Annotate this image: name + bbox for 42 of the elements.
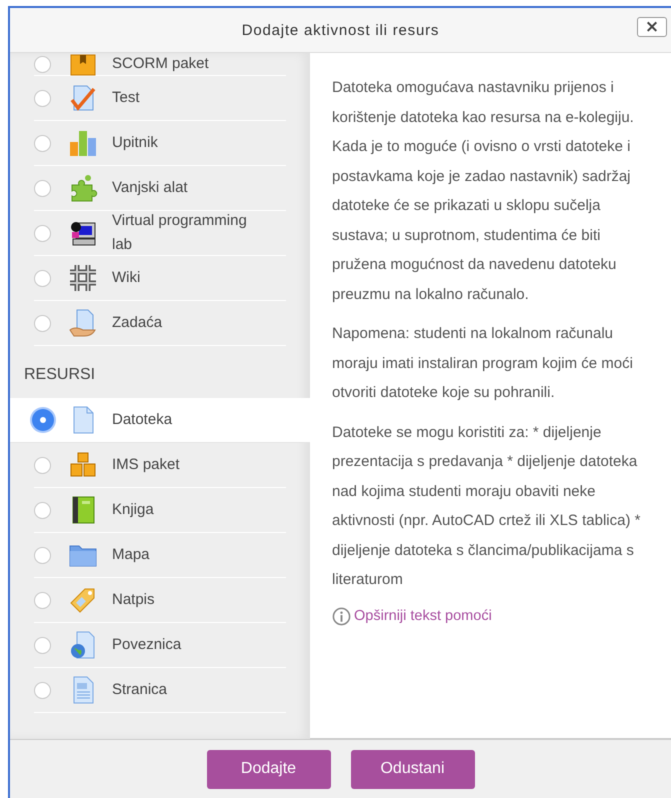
option-item[interactable]: Stranica xyxy=(34,668,286,713)
description-paragraph: Datoteka omogućava nastavniku prijenos i korištenje datoteka kao resursa na e-kolegiju. Kada je to moguće (i ovisno o vrsti datoteke i postavkama koje je zadao nastavnik) sadržaj datoteke će se prikazati u sklopu sučelja sustava; u suprotnom, studentima će biti pružena mogućnost da navedenu datoteku preuzmu na lokalno računalo. xyxy=(332,78,635,304)
dialog-title: Dodajte aktivnost ili resurs xyxy=(242,22,440,38)
cancel-button[interactable]: Odustani xyxy=(350,750,474,788)
radio-button[interactable] xyxy=(34,636,51,654)
radio-button[interactable] xyxy=(34,90,51,106)
section-heading: RESURSI xyxy=(23,365,96,385)
radio-button[interactable] xyxy=(34,502,51,518)
checklist-icon xyxy=(68,83,98,113)
option-item[interactable]: Knjiga xyxy=(34,488,286,533)
option-item[interactable]: Vanjski alat xyxy=(34,166,286,211)
radio-button[interactable] xyxy=(34,546,51,564)
radio-button[interactable] xyxy=(34,180,51,196)
option-item[interactable]: Natpis xyxy=(34,578,286,623)
option-item[interactable]: Test xyxy=(34,76,286,121)
option-item[interactable]: Poveznica xyxy=(34,623,286,668)
radio-button[interactable] xyxy=(34,456,51,474)
radio-button[interactable] xyxy=(34,224,51,242)
radio-button[interactable] xyxy=(32,409,54,431)
description-paragraph: Datoteke se mogu koristiti za: * dijeljenje prezentacija s predavanja * dijeljenje datoteka nad kojima studenti moraju obaviti neke aktivnosti (npr. AutoCAD crtež ili XLS tablica) * dijeljenje datoteka s člancima/publikacijama s literaturom xyxy=(332,422,642,590)
close-button[interactable]: × xyxy=(637,17,667,37)
bar-chart-icon xyxy=(68,128,98,158)
radio-button[interactable] xyxy=(34,314,51,332)
radio-button[interactable] xyxy=(34,682,51,698)
radio-button[interactable] xyxy=(34,592,51,608)
radio-button[interactable] xyxy=(34,270,51,286)
add-button[interactable]: Dodajte xyxy=(206,750,330,788)
option-item[interactable]: Datoteka xyxy=(10,398,310,443)
description-paragraph: Napomena: studenti na lokalnom računalu moraju imati instaliran program kojim će moći otvoriti datoteke koje su pohranili. xyxy=(332,324,634,403)
option-item[interactable]: Virtual programming lab xyxy=(34,211,286,256)
option-item[interactable]: Upitnik xyxy=(34,121,286,166)
option-item[interactable]: IMS paket xyxy=(34,443,286,488)
help-link[interactable]: Opširniji tekst pomoći xyxy=(354,608,492,624)
radio-button[interactable] xyxy=(34,56,51,72)
option-item[interactable]: SCORM paket xyxy=(34,53,286,76)
document-hand-icon xyxy=(68,308,98,338)
option-item[interactable]: Zadaća xyxy=(34,301,286,346)
option-item[interactable]: Wiki xyxy=(34,256,286,301)
info-icon xyxy=(332,606,351,626)
option-item[interactable]: Mapa xyxy=(34,533,286,578)
radio-button[interactable] xyxy=(34,134,51,152)
grid-icon xyxy=(68,263,98,293)
